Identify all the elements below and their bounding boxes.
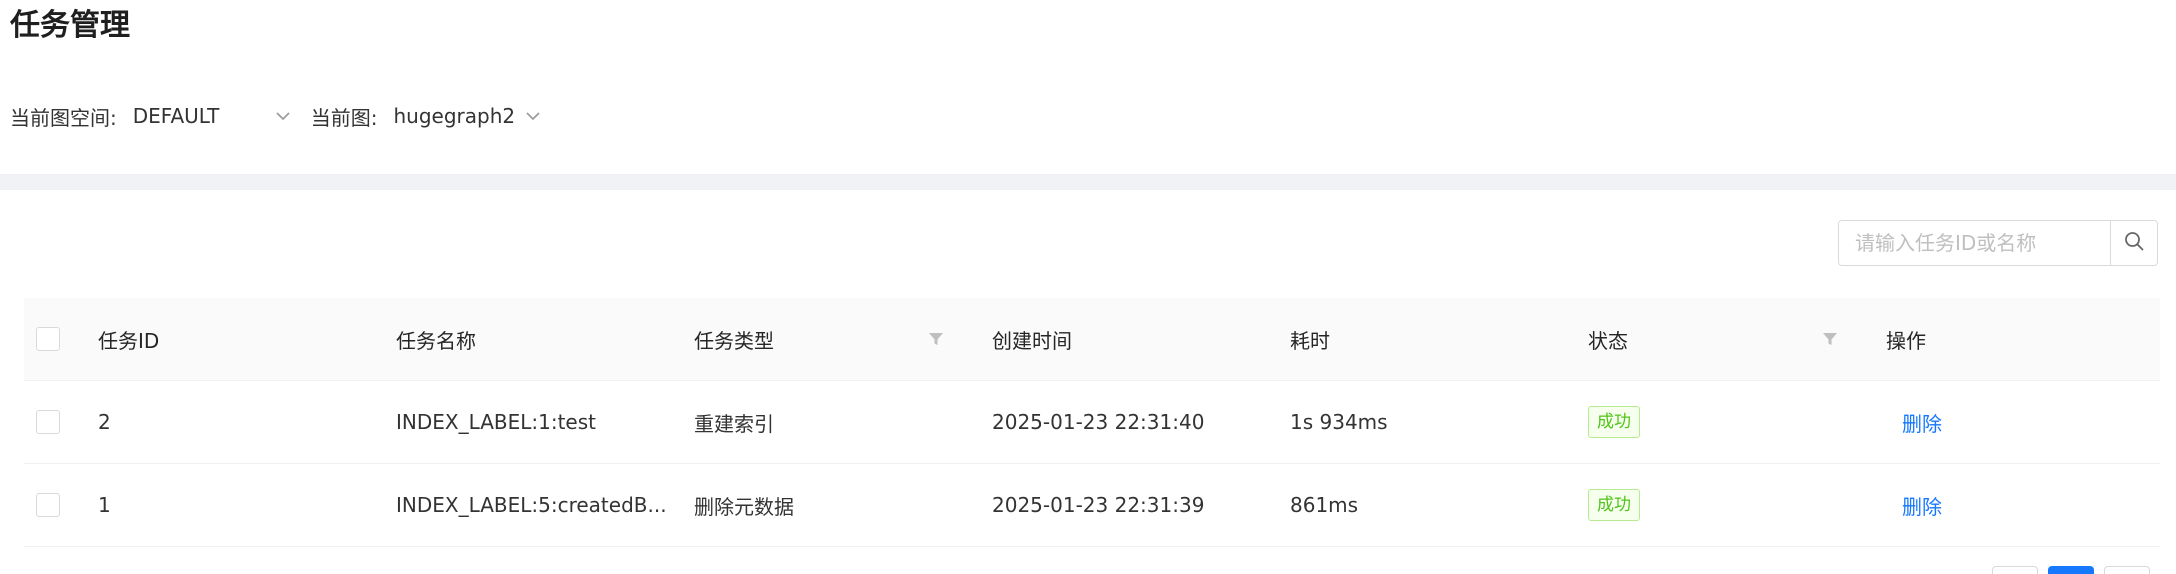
status-cell: 成功: [1588, 381, 1868, 463]
task-created: 2025-01-23 22:31:39: [992, 493, 1205, 517]
column-header-created: 创建时间: [992, 328, 1072, 353]
task-table: 任务ID 任务名称 任务类型 创建时间 耗时 状态 操作 2 INDEX_LAB…: [24, 298, 2160, 547]
column-header-duration: 耗时: [1290, 328, 1330, 353]
task-type: 删除元数据: [694, 494, 794, 519]
column-header-action: 操作: [1886, 328, 1926, 353]
task-id: 1: [98, 493, 111, 517]
search-input[interactable]: [1839, 221, 2110, 265]
chevron-down-icon: [273, 106, 293, 126]
task-created: 2025-01-23 22:31:40: [992, 410, 1205, 434]
graph-value: hugegraph2: [393, 104, 516, 128]
column-header-name: 任务名称: [396, 328, 476, 353]
status-badge: 成功: [1588, 489, 1640, 521]
task-duration: 861ms: [1290, 493, 1359, 517]
chevron-down-icon: [523, 106, 543, 126]
task-search: [1838, 220, 2158, 266]
row-select-cell: [36, 464, 76, 546]
graph-label: 当前图:: [310, 105, 378, 130]
row-checkbox[interactable]: [36, 410, 60, 434]
action-cell: 删除: [1886, 381, 2146, 463]
table-row: 2 INDEX_LABEL:1:test 重建索引 2025-01-23 22:…: [24, 381, 2160, 464]
task-id: 2: [98, 410, 111, 434]
status-badge: 成功: [1588, 406, 1640, 438]
task-name: INDEX_LABEL:1:test: [396, 410, 596, 434]
delete-button[interactable]: 删除: [1902, 491, 1942, 520]
graphspace-select[interactable]: DEFAULT: [133, 104, 293, 128]
table-header: 任务ID 任务名称 任务类型 创建时间 耗时 状态 操作: [24, 298, 2160, 381]
section-divider: [0, 174, 2176, 190]
pagination: [1992, 566, 2150, 574]
task-name: INDEX_LABEL:5:createdB...: [396, 493, 666, 517]
row-checkbox[interactable]: [36, 493, 60, 517]
action-cell: 删除: [1886, 464, 2146, 546]
delete-button[interactable]: 删除: [1902, 408, 1942, 437]
column-header-id: 任务ID: [98, 328, 160, 353]
search-icon: [2123, 230, 2145, 256]
select-all-cell: [36, 298, 76, 380]
select-all-checkbox[interactable]: [36, 327, 60, 351]
pagination-prev-button[interactable]: [1992, 566, 2038, 574]
graph-selectors: 当前图空间: DEFAULT 当前图: hugegraph2: [10, 96, 543, 136]
graph-select[interactable]: hugegraph2: [394, 104, 544, 128]
pagination-next-button[interactable]: [2104, 566, 2150, 574]
row-select-cell: [36, 381, 76, 463]
table-row: 1 INDEX_LABEL:5:createdB... 删除元数据 2025-0…: [24, 464, 2160, 547]
task-duration: 1s 934ms: [1290, 410, 1388, 434]
graphspace-label: 当前图空间:: [10, 105, 117, 130]
pagination-page-button[interactable]: [2048, 566, 2094, 574]
filter-icon[interactable]: [1822, 298, 1838, 380]
filter-icon[interactable]: [928, 298, 944, 380]
page-title: 任务管理: [10, 8, 130, 43]
search-button[interactable]: [2110, 221, 2157, 265]
task-type: 重建索引: [694, 411, 774, 436]
graphspace-value: DEFAULT: [132, 104, 220, 128]
status-cell: 成功: [1588, 464, 1868, 546]
